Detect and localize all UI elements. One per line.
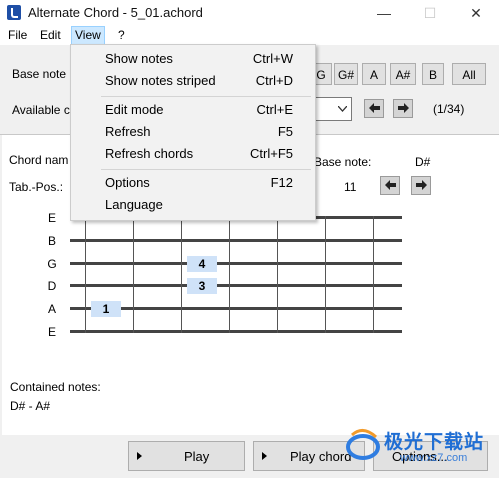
note-button-b[interactable]: B xyxy=(422,63,444,85)
note-button-a-sharp[interactable]: A# xyxy=(390,63,416,85)
menu-item-label: Refresh chords xyxy=(105,146,194,161)
menu-item-label: Show notes striped xyxy=(105,73,216,88)
menu-item-shortcut: Ctrl+F5 xyxy=(250,146,293,161)
arrow-left-icon xyxy=(385,180,396,190)
watermark-logo-icon xyxy=(346,429,380,460)
contained-notes-value: D# - A# xyxy=(10,399,51,413)
fret-line xyxy=(277,216,278,333)
string-label: B xyxy=(47,234,56,248)
menu-item-shortcut: Ctrl+E xyxy=(256,102,293,117)
menu-item-show-notes[interactable]: Show notes Ctrl+W xyxy=(71,48,313,70)
watermark-url: www.xz7.com xyxy=(400,452,468,464)
menu-item-shortcut: F5 xyxy=(277,124,293,139)
string-label: E xyxy=(47,211,56,225)
fret-line xyxy=(85,216,86,333)
menu-item-language[interactable]: Language xyxy=(71,194,313,216)
note-button-g-sharp[interactable]: G# xyxy=(334,63,358,85)
app-icon xyxy=(7,5,21,20)
menu-item-shortcut: Ctrl+W xyxy=(252,51,293,66)
fret-line xyxy=(181,216,182,333)
note-button-all[interactable]: All xyxy=(452,63,486,85)
note-button-a[interactable]: A xyxy=(362,63,386,85)
tab-position-value: 11 xyxy=(344,180,357,194)
base-note-label: Base note xyxy=(12,67,67,81)
fret-line xyxy=(229,216,230,333)
chord-base-note-label: Base note: xyxy=(314,155,372,169)
next-chord-button[interactable] xyxy=(393,99,413,118)
tab-position-label: Tab.-Pos.: xyxy=(9,180,64,194)
menu-item-show-notes-striped[interactable]: Show notes striped Ctrl+D xyxy=(71,70,313,92)
watermark-text: 极光下载站 xyxy=(384,432,485,453)
menu-item-edit-mode[interactable]: Edit mode Ctrl+E xyxy=(71,99,313,121)
menu-separator xyxy=(101,169,311,170)
view-menu-dropdown: Show notes Ctrl+W Show notes striped Ctr… xyxy=(70,44,316,221)
string-line xyxy=(70,262,402,265)
play-button-label: Play xyxy=(184,449,210,464)
menu-item-options[interactable]: Options F12 xyxy=(71,172,313,194)
menu-separator xyxy=(101,96,311,97)
prev-chord-button[interactable] xyxy=(364,99,384,118)
string-line xyxy=(70,330,402,333)
window-title: Alternate Chord - 5_01.achord xyxy=(28,5,203,20)
contained-notes-label: Contained notes: xyxy=(10,380,101,394)
menu-item-label: Refresh xyxy=(105,124,151,139)
arrow-right-icon xyxy=(398,103,409,113)
minimize-button[interactable]: — xyxy=(361,0,407,26)
menu-edit[interactable]: Edit xyxy=(37,27,64,44)
string-line xyxy=(70,284,402,287)
menu-help[interactable]: ? xyxy=(115,27,128,44)
arrow-left-icon xyxy=(369,103,380,113)
string-label: A xyxy=(47,302,56,316)
chevron-down-icon xyxy=(338,106,347,112)
close-button[interactable]: ✕ xyxy=(453,0,499,26)
finger-marker[interactable]: 3 xyxy=(187,278,217,294)
fret-line xyxy=(373,216,374,333)
menu-item-shortcut: Ctrl+D xyxy=(255,73,293,88)
menu-file[interactable]: File xyxy=(5,27,30,44)
string-label: E xyxy=(47,325,56,339)
available-chords-label: Available c xyxy=(12,103,70,117)
maximize-button[interactable]: ☐ xyxy=(407,0,453,26)
tab-pos-decrease-button[interactable] xyxy=(380,176,400,195)
play-button[interactable]: Play xyxy=(128,441,245,471)
string-line xyxy=(70,239,402,242)
fret-line xyxy=(133,216,134,333)
play-icon xyxy=(137,452,142,460)
watermark: 极光下载站 www.xz7.com xyxy=(340,421,499,478)
tab-pos-increase-button[interactable] xyxy=(411,176,431,195)
finger-marker[interactable]: 1 xyxy=(91,301,121,317)
chord-position-counter: (1/34) xyxy=(433,102,465,116)
menu-item-label: Show notes xyxy=(105,51,173,66)
string-label: D xyxy=(47,279,57,293)
finger-marker[interactable]: 4 xyxy=(187,256,217,272)
menu-item-label: Language xyxy=(105,197,163,212)
menu-item-label: Edit mode xyxy=(105,102,164,117)
menu-item-shortcut: F12 xyxy=(270,175,293,190)
menu-item-refresh[interactable]: Refresh F5 xyxy=(71,121,313,143)
menu-item-refresh-chords[interactable]: Refresh chords Ctrl+F5 xyxy=(71,143,313,165)
fret-line xyxy=(325,216,326,333)
menu-view[interactable]: View xyxy=(71,26,105,45)
chord-name-label: Chord nam xyxy=(9,153,69,167)
string-label: G xyxy=(47,257,57,271)
arrow-right-icon xyxy=(416,180,427,190)
menu-item-label: Options xyxy=(105,175,150,190)
chord-base-note-value: D# xyxy=(415,155,431,169)
play-icon xyxy=(262,452,267,460)
